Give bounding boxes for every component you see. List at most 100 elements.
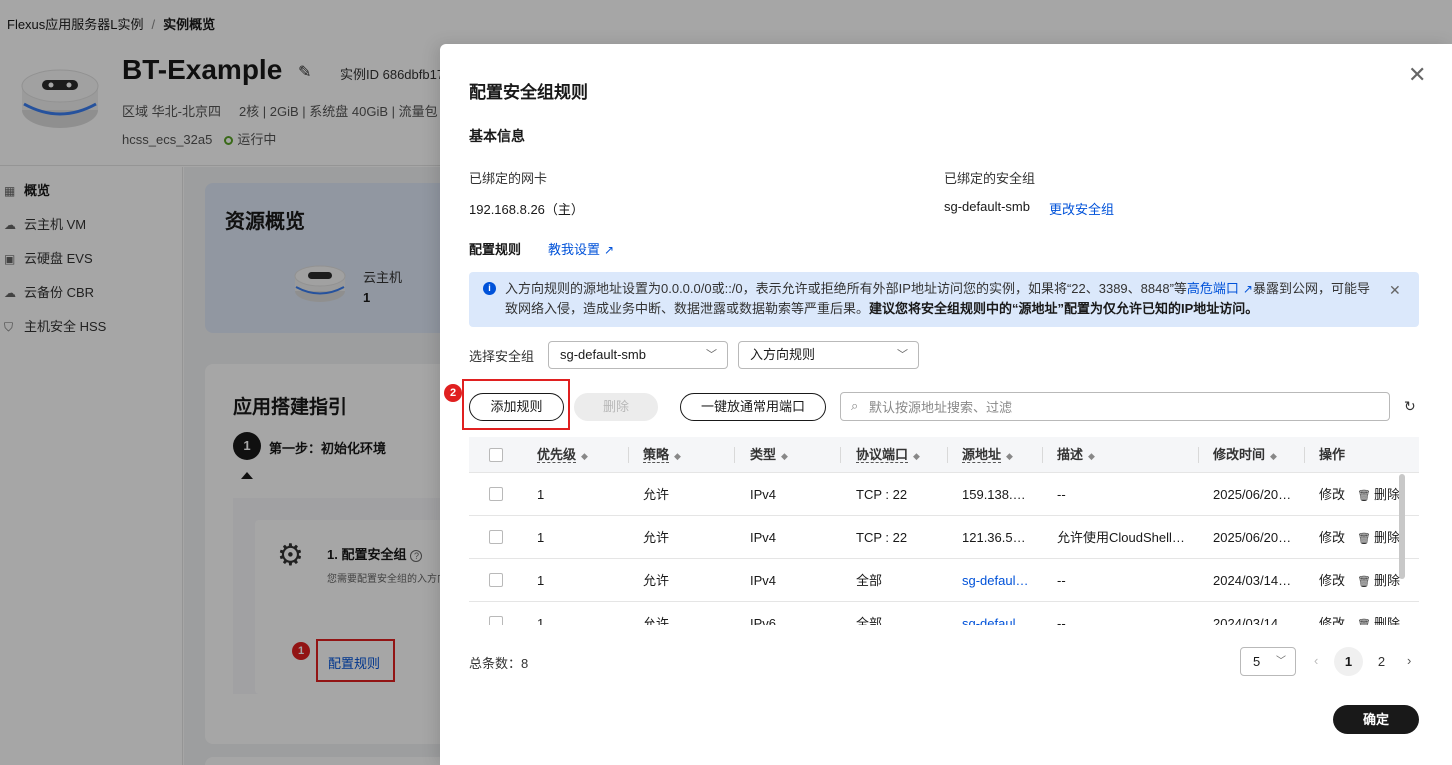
- header-desc[interactable]: 描述 ◆: [1057, 437, 1095, 473]
- header-priority-text: 优先级: [537, 447, 577, 463]
- cell-port: 全部: [856, 616, 883, 625]
- drawer-title: 配置安全组规则: [469, 83, 588, 102]
- modify-link[interactable]: 修改: [1319, 516, 1345, 559]
- column-divider: [1304, 447, 1305, 463]
- cell-source: 159.138.…: [962, 487, 1026, 502]
- delete-link-text: 删除: [1373, 573, 1400, 588]
- column-divider: [628, 447, 629, 463]
- open-common-ports-button[interactable]: 一键放通常用端口: [680, 393, 826, 421]
- select-sg-label: 选择安全组: [469, 349, 535, 364]
- sort-icon: ◆: [1006, 451, 1013, 461]
- trash-icon: 🗑: [1357, 533, 1371, 545]
- cell-port: TCP : 22: [856, 530, 908, 545]
- cell-priority: 1: [537, 487, 545, 502]
- sg-value: sg-default-smb: [944, 199, 1030, 214]
- table-row: 1 允许 IPv4 TCP : 22 121.36.5… 允许使用CloudSh…: [469, 516, 1419, 559]
- table-body: 1 允许 IPv4 TCP : 22 159.138.… -- 2025/06/…: [469, 473, 1419, 625]
- search-input[interactable]: [869, 397, 1369, 417]
- header-actions: 操作: [1319, 447, 1346, 462]
- header-type[interactable]: 类型 ◆: [750, 437, 788, 473]
- row-checkbox[interactable]: [489, 573, 503, 587]
- row-checkbox[interactable]: [489, 530, 503, 544]
- cell-priority: 1: [537, 530, 545, 545]
- page-2[interactable]: 2: [1367, 647, 1396, 676]
- delete-link[interactable]: 🗑 删除: [1357, 559, 1400, 602]
- total-count: 总条数：8: [469, 656, 529, 671]
- delete-link[interactable]: 🗑 删除: [1357, 602, 1400, 625]
- cell-type: IPv4: [750, 530, 777, 545]
- chevron-down-icon: ﹀: [706, 349, 717, 361]
- alert-close-icon[interactable]: ✕: [1389, 282, 1401, 299]
- change-sg-link[interactable]: 更改安全组: [1049, 199, 1114, 218]
- sg-select[interactable]: sg-default-smb ﹀: [548, 341, 728, 369]
- alert-text-1: 入方向规则的源地址设置为0.0.0.0/0或::/0，表示允许或拒绝所有外部IP…: [505, 281, 1187, 296]
- basic-info-heading: 基本信息: [469, 128, 525, 144]
- step-badge-2: 2: [444, 384, 462, 402]
- sort-icon: ◆: [674, 451, 681, 461]
- modify-link[interactable]: 修改: [1319, 602, 1345, 625]
- header-policy[interactable]: 策略 ◆: [643, 437, 681, 473]
- table-scrollbar[interactable]: [1399, 474, 1405, 579]
- cell-desc: --: [1057, 573, 1066, 588]
- row-checkbox[interactable]: [489, 616, 503, 625]
- cell-port: TCP : 22: [856, 487, 908, 502]
- delete-link-text: 删除: [1373, 530, 1400, 545]
- cell-time: 2024/03/14…: [1213, 616, 1292, 625]
- sort-icon: ◆: [781, 451, 788, 461]
- column-divider: [1042, 447, 1043, 463]
- cell-policy: 允许: [643, 530, 670, 545]
- header-time[interactable]: 修改时间 ◆: [1213, 437, 1277, 473]
- alert-text: 入方向规则的源地址设置为0.0.0.0/0或::/0，表示允许或拒绝所有外部IP…: [505, 279, 1375, 319]
- cell-type: IPv4: [750, 573, 777, 588]
- refresh-icon[interactable]: ↻: [1404, 398, 1416, 415]
- high-risk-port-link[interactable]: 高危端口 ↗: [1187, 281, 1253, 296]
- cell-port: 全部: [856, 573, 883, 588]
- security-group-drawer: 配置安全组规则 ✕ 基本信息 已绑定的网卡 192.168.8.26（主） 已绑…: [440, 44, 1452, 765]
- cell-source-link[interactable]: sg-defaul…: [962, 559, 1032, 602]
- next-page-icon[interactable]: ›: [1407, 653, 1411, 668]
- delete-button[interactable]: 删除: [574, 393, 658, 421]
- cell-time: 2025/06/20…: [1213, 487, 1292, 502]
- chevron-down-icon: ﹀: [1276, 656, 1286, 667]
- header-source[interactable]: 源地址 ◆: [962, 437, 1013, 473]
- delete-link[interactable]: 🗑 删除: [1357, 516, 1400, 559]
- cell-source-link[interactable]: sg-defaul…: [962, 602, 1032, 625]
- cell-policy: 允许: [643, 487, 670, 502]
- select-all-checkbox[interactable]: [489, 448, 503, 462]
- close-icon[interactable]: ✕: [1408, 64, 1426, 86]
- header-priority[interactable]: 优先级 ◆: [537, 437, 588, 473]
- table-header: 优先级 ◆ 策略 ◆ 类型 ◆ 协议端口 ◆ 源地址 ◆ 描述 ◆ 修改时间 ◆ 操作: [469, 437, 1419, 473]
- search-box: ⌕: [840, 392, 1390, 421]
- row-checkbox[interactable]: [489, 487, 503, 501]
- cell-priority: 1: [537, 573, 545, 588]
- prev-page-icon[interactable]: ‹: [1314, 653, 1318, 668]
- cell-policy: 允许: [643, 616, 670, 625]
- sort-icon: ◆: [1088, 451, 1095, 461]
- add-rule-button[interactable]: 添加规则: [469, 393, 564, 421]
- page-size-value: 5: [1253, 654, 1261, 669]
- cell-source: 121.36.5…: [962, 530, 1026, 545]
- header-source-text: 源地址: [962, 447, 1002, 463]
- sg-label: 已绑定的安全组: [944, 171, 1036, 186]
- delete-link-text: 删除: [1373, 616, 1400, 625]
- header-port-text: 协议端口: [856, 447, 909, 463]
- header-port[interactable]: 协议端口 ◆: [856, 437, 920, 473]
- delete-link-text: 删除: [1373, 487, 1400, 502]
- chevron-down-icon: ﹀: [897, 349, 908, 361]
- modify-link[interactable]: 修改: [1319, 559, 1345, 602]
- cell-type: IPv4: [750, 487, 777, 502]
- trash-icon: 🗑: [1357, 619, 1371, 625]
- tutorial-link[interactable]: 教我设置 ↗: [548, 239, 614, 258]
- page-size-select[interactable]: 5 ﹀: [1240, 647, 1296, 676]
- header-time-text: 修改时间: [1213, 447, 1266, 462]
- cell-priority: 1: [537, 616, 545, 625]
- header-type-text: 类型: [750, 447, 777, 462]
- delete-link[interactable]: 🗑 删除: [1357, 473, 1400, 516]
- nic-value: 192.168.8.26（主）: [469, 202, 584, 217]
- direction-select[interactable]: 入方向规则 ﹀: [738, 341, 919, 369]
- page-1[interactable]: 1: [1334, 647, 1363, 676]
- high-risk-port-text: 高危端口: [1186, 281, 1239, 296]
- modify-link[interactable]: 修改: [1319, 473, 1345, 516]
- cell-policy: 允许: [643, 573, 670, 588]
- confirm-button[interactable]: 确定: [1333, 705, 1419, 734]
